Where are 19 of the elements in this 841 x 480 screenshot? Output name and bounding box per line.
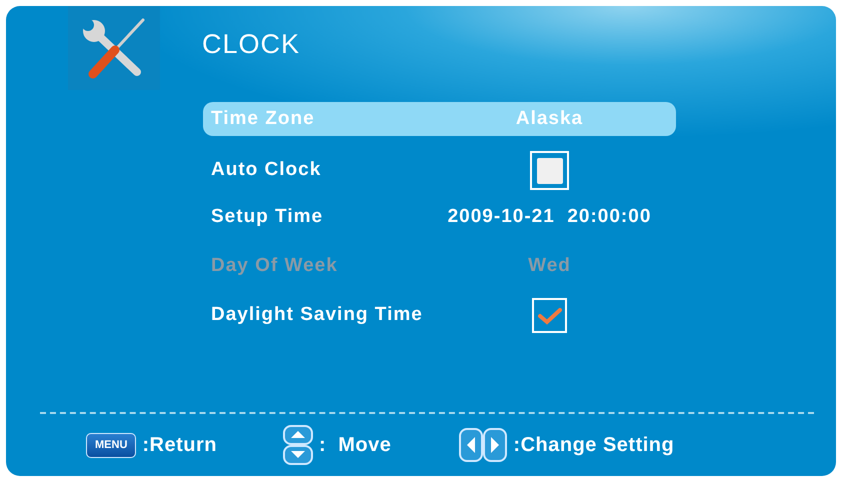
check-mark-icon: [538, 306, 562, 326]
hint-text: : Move: [319, 433, 392, 458]
setting-value: Wed: [528, 254, 571, 278]
setting-value: 2009-10-21 20:00:00: [448, 204, 652, 229]
setting-label: Time Zone: [210, 106, 315, 131]
hint-text: :Change Setting: [513, 433, 674, 458]
up-down-keys-icon: [283, 425, 313, 465]
setting-value: Alaska: [516, 106, 584, 131]
checkbox[interactable]: [530, 151, 569, 190]
checkbox[interactable]: [532, 298, 567, 333]
left-right-keys-icon: [459, 428, 508, 462]
menu-title: CLOCK: [202, 28, 300, 60]
setting-label: Daylight Saving Time: [210, 303, 423, 328]
setting-label: Setup Time: [210, 204, 324, 229]
setting-label: Day Of Week: [210, 254, 338, 278]
hint-text: :Return: [142, 433, 217, 458]
selected-menu-row[interactable]: Time Zone Alaska: [203, 102, 676, 136]
menu-key: MENU: [86, 432, 136, 458]
setting-label: Auto Clock: [210, 158, 322, 182]
